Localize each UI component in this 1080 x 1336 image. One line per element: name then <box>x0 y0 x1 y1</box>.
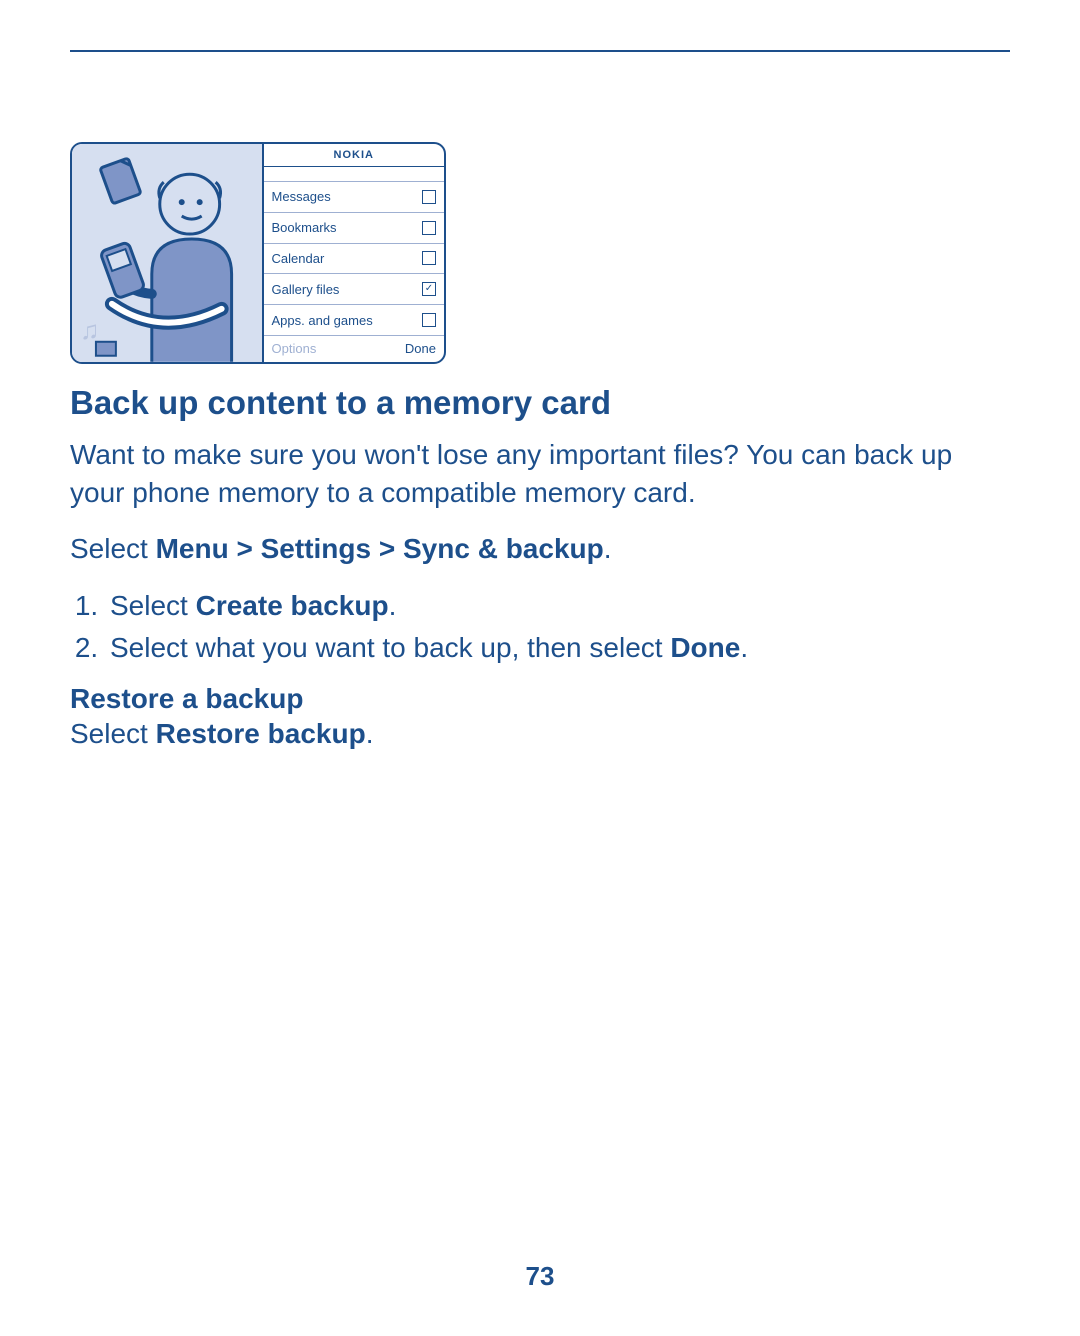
nav-suffix: . <box>604 533 612 564</box>
softkey-left: Options <box>272 341 317 356</box>
step-bold: Create backup <box>196 590 389 621</box>
restore-bold: Restore backup <box>156 718 366 749</box>
illustration-phone-screen: NOKIA Messages Bookmarks Calendar Galler… <box>264 144 444 362</box>
softkey-right: Done <box>405 341 436 356</box>
nav-path-bold: Menu > Settings > Sync & backup <box>156 533 604 564</box>
page-number: 73 <box>0 1261 1080 1292</box>
svg-text:♫: ♫ <box>80 317 99 345</box>
checkbox-icon <box>422 190 436 204</box>
checkbox-icon <box>422 313 436 327</box>
list-item-label: Apps. and games <box>272 313 373 328</box>
intro-text: Want to make sure you won't lose any imp… <box>70 436 1010 512</box>
list-item-label: Messages <box>272 189 331 204</box>
section-heading: Back up content to a memory card <box>70 384 1010 422</box>
illustration-person: ♫ <box>72 144 264 362</box>
list-item: Gallery files ✓ <box>264 274 444 305</box>
step-item: Select Create backup. <box>106 585 1010 627</box>
list-item: Bookmarks <box>264 213 444 244</box>
step-suffix: . <box>740 632 748 663</box>
restore-subheading: Restore a backup <box>70 683 1010 715</box>
list-item-label: Bookmarks <box>272 220 337 235</box>
checkbox-checked-icon: ✓ <box>422 282 436 296</box>
top-rule <box>70 50 1010 52</box>
person-with-phone-icon: ♫ <box>72 144 262 362</box>
brand-label: NOKIA <box>264 144 444 167</box>
illustration: ♫ NOKIA Messages Bookmarks Calendar Gall… <box>70 142 446 364</box>
checkbox-icon <box>422 221 436 235</box>
softkey-bar: Options Done <box>264 336 444 362</box>
restore-text: Select Restore backup. <box>70 715 1010 753</box>
step-bold: Done <box>670 632 740 663</box>
restore-suffix: . <box>366 718 374 749</box>
restore-prefix: Select <box>70 718 156 749</box>
list-item-label: Gallery files <box>272 282 340 297</box>
steps-list: Select Create backup. Select what you wa… <box>70 585 1010 669</box>
nav-path-text: Select Menu > Settings > Sync & backup. <box>70 530 1010 568</box>
list-item: Messages <box>264 182 444 213</box>
step-text: Select <box>110 590 196 621</box>
step-suffix: . <box>389 590 397 621</box>
nav-prefix: Select <box>70 533 156 564</box>
list-item: Calendar <box>264 244 444 275</box>
step-item: Select what you want to back up, then se… <box>106 627 1010 669</box>
list-item-label: Calendar <box>272 251 325 266</box>
list-item: Apps. and games <box>264 305 444 336</box>
checkbox-icon <box>422 251 436 265</box>
step-text: Select what you want to back up, then se… <box>110 632 670 663</box>
blank-strip <box>264 167 444 182</box>
